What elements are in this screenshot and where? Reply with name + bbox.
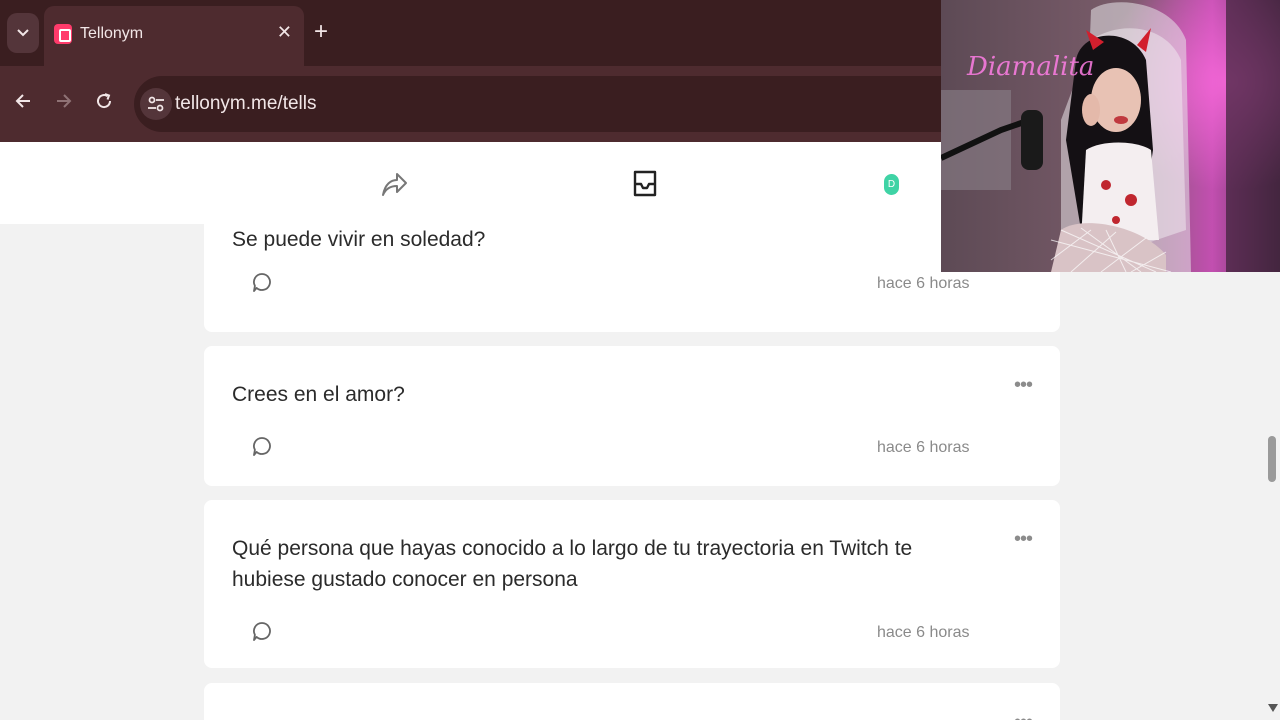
tell-question: Crees en el amor? [232,383,405,406]
back-arrow-icon [15,94,30,108]
back-button[interactable] [14,90,32,116]
more-options-icon[interactable]: ••• [1014,712,1033,720]
tell-card: Se puede vivir en soledad? hace 6 horas [204,224,1060,332]
site-info-button[interactable] [140,88,172,120]
inbox-icon[interactable] [632,168,658,198]
tell-question: Qué persona que hayas conocido a lo larg… [232,537,913,591]
page-scrollbar[interactable] [1265,224,1280,720]
comment-icon[interactable] [252,621,272,643]
close-tab-icon[interactable]: ✕ [277,22,292,42]
tell-card: ••• Qué persona que hayas conocido a lo … [204,500,1060,668]
comment-icon[interactable] [252,436,272,458]
webcam-overlay: Diamalita [941,0,1280,272]
tune-icon [148,96,164,112]
tab-list-button[interactable] [7,13,39,53]
tell-question: Se puede vivir en soledad? [232,228,486,251]
tell-timestamp: hace 6 horas [877,275,970,292]
tab-title: Tellonym [80,25,144,42]
tellonym-favicon-icon [54,24,72,44]
webcam-feed-image: Diamalita [941,0,1280,272]
tell-timestamp: hace 6 horas [877,439,970,456]
chevron-down-icon [17,29,29,37]
reload-button[interactable] [95,90,113,116]
comment-icon[interactable] [252,272,272,294]
tell-card: ••• Crees en el amor? hace 6 horas [204,346,1060,486]
profile-avatar[interactable]: D [884,174,899,195]
forward-arrow-icon [57,94,72,108]
tells-feed: Se puede vivir en soledad? hace 6 horas … [0,224,1265,720]
tell-timestamp: hace 6 horas [877,624,970,641]
neon-sign-text: Diamalita [966,52,1094,82]
more-options-icon[interactable]: ••• [1014,529,1033,549]
forward-button[interactable] [55,90,73,116]
reload-icon [97,93,112,109]
tell-card: ••• [204,683,1060,720]
more-options-icon[interactable]: ••• [1014,375,1033,395]
browser-tab[interactable]: Tellonym ✕ [44,6,304,66]
scroll-down-arrow-icon[interactable] [1268,704,1278,712]
scrollbar-thumb[interactable] [1268,436,1276,482]
url-text[interactable]: tellonym.me/tells [175,93,317,115]
new-tab-button[interactable]: + [314,18,328,46]
share-icon[interactable] [380,170,408,198]
